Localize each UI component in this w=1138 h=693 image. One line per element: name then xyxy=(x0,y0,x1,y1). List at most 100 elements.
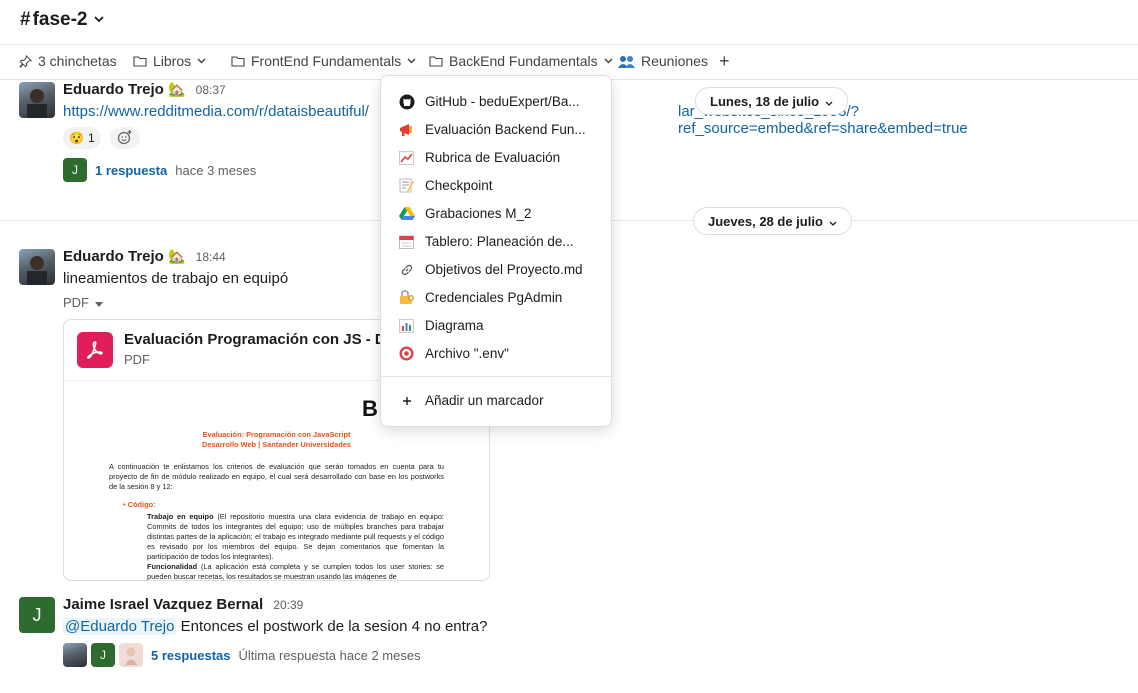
doc-intro: A continuación te enlistamos los criteri… xyxy=(109,461,444,491)
message-text: lineamientos de trabajo en equipó xyxy=(63,270,289,287)
menu-item-archivo-env[interactable]: Archivo ".env" xyxy=(398,345,598,362)
doc-item-title: Funcionalidad xyxy=(147,561,198,571)
avatar[interactable] xyxy=(19,82,55,118)
doc-item-title: Trabajo en equipo xyxy=(147,511,214,521)
chevron-down-icon xyxy=(197,58,206,64)
menu-item-label: Objetivos del Proyecto.md xyxy=(425,262,583,277)
bookmark-meetings-label: Reuniones xyxy=(641,53,708,69)
message-author[interactable]: Eduardo Trejo 🏡 08:37 xyxy=(63,81,226,98)
chart-increasing-icon xyxy=(398,149,415,166)
menu-item-evaluacion[interactable]: Evaluación Backend Fun... xyxy=(398,121,598,138)
replies-link[interactable]: 5 respuestas xyxy=(151,648,231,663)
status-emoji: 🏡 xyxy=(168,248,186,264)
menu-item-label: GitHub - beduExpert/Ba... xyxy=(425,94,580,109)
menu-item-objetivos[interactable]: Objetivos del Proyecto.md xyxy=(398,261,598,278)
author-name: Eduardo Trejo xyxy=(63,81,164,98)
message-author[interactable]: Jaime Israel Vazquez Bernal 20:39 xyxy=(63,596,303,613)
reaction-count: 1 xyxy=(87,131,95,145)
channel-title-button[interactable]: # fase-2 xyxy=(20,9,104,31)
chevron-down-icon xyxy=(93,14,104,26)
folder-icon xyxy=(133,55,147,67)
plus-icon: + xyxy=(719,51,730,71)
add-bookmark-menu-item[interactable]: Añadir un marcador xyxy=(398,392,598,409)
message-time[interactable]: 20:39 xyxy=(273,598,303,612)
bookmark-folder-libros[interactable]: Libros xyxy=(133,53,206,69)
link-text-start: https://www.redditmedia.com/r/dataisbeau… xyxy=(63,103,369,120)
replies-link[interactable]: 1 respuesta xyxy=(95,163,167,178)
folder-icon xyxy=(429,55,443,67)
target-icon xyxy=(398,345,415,362)
date-label: Lunes, 18 de julio xyxy=(710,93,820,109)
date-jump-button[interactable]: Lunes, 18 de julio xyxy=(695,87,849,115)
link-icon xyxy=(398,261,415,278)
menu-item-rubrica[interactable]: Rubrica de Evaluación xyxy=(398,149,598,166)
menu-item-checkpoint[interactable]: Checkpoint xyxy=(398,177,598,194)
author-name: Eduardo Trejo xyxy=(63,248,164,265)
menu-divider xyxy=(381,376,611,377)
folder-icon xyxy=(231,55,245,67)
plus-icon xyxy=(398,392,415,409)
bookmark-folder-label: Libros xyxy=(153,53,192,69)
reply-avatar: J xyxy=(91,643,115,667)
bookmark-folder-frontend[interactable]: FrontEnd Fundamentals xyxy=(231,53,416,69)
bar-chart-icon xyxy=(398,317,415,334)
add-reaction-icon xyxy=(117,129,133,148)
bookmark-folder-menu: GitHub - beduExpert/Ba... Evaluación Bac… xyxy=(380,75,612,427)
message-time[interactable]: 18:44 xyxy=(196,250,226,264)
menu-item-label: Rubrica de Evaluación xyxy=(425,150,561,165)
channel-header: # fase-2 xyxy=(0,0,1138,45)
doc-subtitle: Desarrollo Web | Santander Universidades xyxy=(202,439,351,449)
reply-avatars: J xyxy=(63,643,143,667)
file-type: PDF xyxy=(124,352,150,367)
doc-bullet: • Código: xyxy=(123,499,156,509)
menu-item-tablero[interactable]: Tablero: Planeación de... xyxy=(398,233,598,250)
channel-hash: # xyxy=(20,9,31,30)
avatar-letter: J xyxy=(32,604,42,625)
reply-avatar xyxy=(63,643,87,667)
github-icon xyxy=(398,93,415,110)
doc-item: Funcionalidad (La aplicación está comple… xyxy=(147,561,444,580)
add-bookmark-button[interactable]: + xyxy=(719,51,730,72)
bookmark-folder-backend[interactable]: BackEnd Fundamentals xyxy=(429,53,613,69)
user-mention[interactable]: @Eduardo Trejo xyxy=(63,618,177,635)
message-text: @Eduardo Trejo Entonces el postwork de l… xyxy=(63,618,487,635)
bookmark-folder-label: FrontEnd Fundamentals xyxy=(251,53,402,69)
people-icon xyxy=(618,55,635,68)
menu-item-diagrama[interactable]: Diagrama xyxy=(398,317,598,334)
bookmark-meetings[interactable]: Reuniones xyxy=(618,53,708,69)
bookmark-folder-label: BackEnd Fundamentals xyxy=(449,53,598,69)
replies-when: hace 3 meses xyxy=(175,162,257,178)
add-reaction-button[interactable] xyxy=(110,127,140,149)
date-jump-button[interactable]: Jueves, 28 de julio xyxy=(693,207,852,235)
caret-down-icon xyxy=(95,295,103,310)
menu-item-label: Evaluación Backend Fun... xyxy=(425,122,586,137)
avatar[interactable] xyxy=(19,249,55,285)
pins-label: 3 chinchetas xyxy=(38,53,117,69)
doc-title: Evaluación: Programación con JavaScript xyxy=(202,430,351,439)
reaction-emoji: 😯 xyxy=(69,131,84,145)
pins-button[interactable]: 3 chinchetas xyxy=(19,53,117,69)
calendar-icon xyxy=(398,233,415,250)
thread-summary[interactable]: J 5 respuestas Última respuesta hace 2 m… xyxy=(63,643,421,667)
file-type-toggle[interactable]: PDF xyxy=(63,295,103,310)
menu-item-grabaciones[interactable]: Grabaciones M_2 xyxy=(398,205,598,222)
avatar[interactable]: J xyxy=(19,597,55,633)
menu-item-label: Diagrama xyxy=(425,318,484,333)
pdf-icon xyxy=(77,332,113,368)
reply-avatar: J xyxy=(63,158,87,182)
message-link[interactable]: https://www.redditmedia.com/r/dataisbeau… xyxy=(63,103,369,120)
menu-item-credenciales[interactable]: Credenciales PgAdmin xyxy=(398,289,598,306)
message-body: Entonces el postwork de la sesion 4 no e… xyxy=(180,618,488,635)
megaphone-icon xyxy=(398,121,415,138)
message-author[interactable]: Eduardo Trejo 🏡 18:44 xyxy=(63,248,226,265)
message-time[interactable]: 08:37 xyxy=(196,83,226,97)
date-label: Jueves, 28 de julio xyxy=(708,213,823,229)
thread-summary[interactable]: J 1 respuesta hace 3 meses xyxy=(63,158,256,182)
file-name: Evaluación Programación con JS - DW... xyxy=(124,331,412,348)
menu-item-github[interactable]: GitHub - beduExpert/Ba... xyxy=(398,93,598,110)
google-drive-icon xyxy=(398,205,415,222)
reaction-button[interactable]: 😯 1 xyxy=(63,127,101,149)
chevron-down-icon xyxy=(825,94,833,109)
menu-item-label: Grabaciones M_2 xyxy=(425,206,532,221)
channel-name: fase-2 xyxy=(32,9,88,30)
